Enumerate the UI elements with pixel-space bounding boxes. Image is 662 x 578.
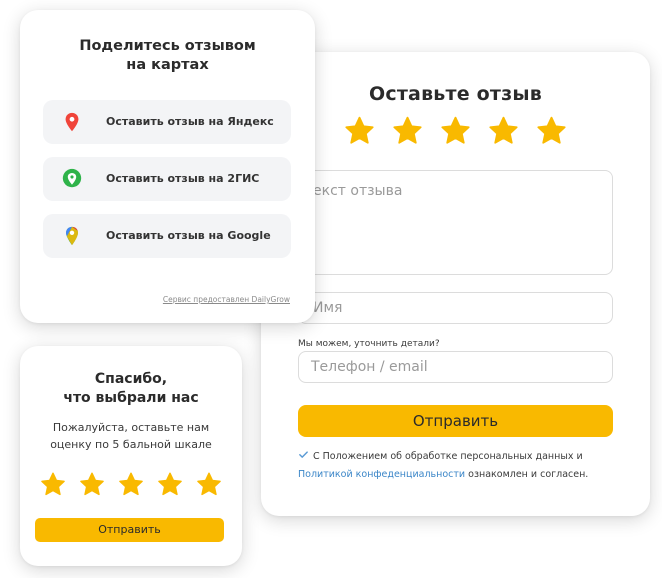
star-1-icon[interactable]	[344, 116, 375, 146]
review-rating-stars	[261, 116, 650, 150]
star-4-icon[interactable]	[488, 116, 519, 146]
review-text-field[interactable]: екст отзыва	[298, 170, 613, 275]
consent-text-after: ознакомлен и согласен.	[468, 469, 589, 480]
thanks-subtitle-line-2: оценку по 5 бальной шкале	[50, 438, 212, 451]
review-form-title: Оставьте отзыв	[369, 83, 542, 105]
share-title-line-2: на картах	[126, 57, 209, 73]
yandex-review-button[interactable]: Оставить отзыв на Яндекс	[43, 100, 291, 144]
thanks-subtitle-line-1: Пожалуйста, оставьте нам	[52, 421, 210, 434]
name-placeholder: Имя	[313, 300, 343, 316]
details-label: Мы можем, уточнить детали?	[298, 339, 440, 349]
2gis-review-button[interactable]: Оставить отзыв на 2ГИС	[43, 157, 291, 201]
review-text-placeholder: екст отзыва	[313, 183, 403, 199]
2gis-review-label: Оставить отзыв на 2ГИС	[106, 172, 260, 185]
thanks-rating-stars	[20, 472, 242, 501]
google-review-button[interactable]: Оставить отзыв на Google	[43, 214, 291, 258]
contact-field[interactable]: Телефон / email	[298, 351, 613, 383]
share-title: Поделитесь отзывом на картах	[20, 37, 315, 75]
google-review-label: Оставить отзыв на Google	[106, 229, 271, 242]
yandex-maps-pin-icon	[65, 112, 79, 132]
contact-placeholder: Телефон / email	[311, 359, 428, 375]
thanks-title: Спасибо, что выбрали нас	[20, 370, 242, 408]
yandex-review-label: Оставить отзыв на Яндекс	[106, 115, 274, 128]
thanks-title-line-2: что выбрали нас	[63, 390, 199, 406]
submit-review-button[interactable]: Отправить	[298, 405, 613, 437]
name-field[interactable]: Имя	[298, 292, 613, 324]
review-form-card: Оставьте отзыв екст отзыва Имя Мы можем,…	[261, 52, 650, 516]
star-5-icon[interactable]	[536, 116, 567, 146]
thank-you-card: Спасибо, что выбрали нас Пожалуйста, ост…	[20, 346, 242, 566]
consent-checkbox-icon[interactable]	[298, 449, 309, 460]
consent-text-before: С Положением об обработке персональных д…	[313, 451, 583, 462]
share-title-line-1: Поделитесь отзывом	[79, 38, 256, 54]
service-provider-link[interactable]: Сервис предоставлен DailyGrow	[163, 295, 290, 304]
share-on-maps-card: Поделитесь отзывом на картах Оставить от…	[20, 10, 315, 323]
privacy-policy-link[interactable]: Политикой конфеденциальности	[298, 469, 465, 480]
star-5-icon[interactable]	[196, 472, 222, 497]
consent-text: С Положением об обработке персональных д…	[298, 448, 623, 484]
star-4-icon[interactable]	[157, 472, 183, 497]
star-2-icon[interactable]	[79, 472, 105, 497]
star-1-icon[interactable]	[40, 472, 66, 497]
submit-rating-button[interactable]: Отправить	[35, 518, 224, 542]
star-3-icon[interactable]	[118, 472, 144, 497]
2gis-icon	[62, 168, 82, 188]
thanks-title-line-1: Спасибо,	[94, 371, 168, 387]
thanks-subtitle: Пожалуйста, оставьте нам оценку по 5 бал…	[20, 419, 242, 453]
google-maps-pin-icon	[66, 226, 78, 246]
star-3-icon[interactable]	[440, 116, 471, 146]
star-2-icon[interactable]	[392, 116, 423, 146]
